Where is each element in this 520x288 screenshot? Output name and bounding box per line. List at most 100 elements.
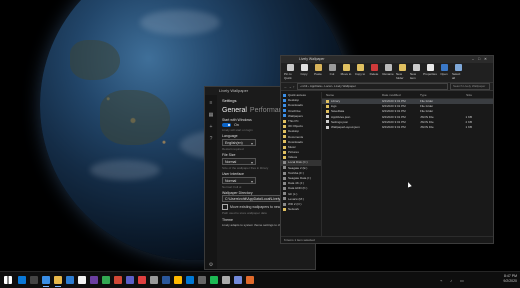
move-wallpapers-checkbox[interactable] bbox=[222, 204, 228, 210]
nav-tree-item-label: Documents bbox=[288, 134, 304, 139]
ribbon-icon bbox=[328, 64, 336, 71]
nav-tree-item-label: Downloads bbox=[288, 103, 303, 108]
start-with-windows-toggle[interactable] bbox=[222, 122, 231, 127]
ribbon-button[interactable]: Delete bbox=[368, 64, 380, 81]
taskbar-app-icon[interactable] bbox=[234, 276, 242, 284]
cloud-shape bbox=[140, 10, 220, 35]
ribbon-button[interactable]: Properties bbox=[423, 64, 437, 81]
ribbon-button[interactable]: Move to bbox=[340, 64, 352, 81]
network-icon[interactable]: ⌁ bbox=[440, 278, 442, 283]
taskbar-app-icon[interactable] bbox=[174, 276, 182, 284]
settings-gear-icon[interactable]: ⚙ bbox=[205, 261, 217, 269]
taskbar-app-icon[interactable] bbox=[90, 276, 98, 284]
file-size-dropdown[interactable]: Normal bbox=[222, 158, 256, 166]
column-size[interactable]: Size bbox=[452, 92, 472, 98]
nav-tree-item-label: Desktop bbox=[288, 98, 300, 103]
hamburger-menu-icon[interactable]: ≡ bbox=[205, 99, 217, 107]
taskbar-app-icon[interactable] bbox=[30, 276, 38, 284]
file-rows: Library 9/2/2020 3:01 PM File folder logs 9/… bbox=[322, 99, 493, 130]
help-icon[interactable]: ? bbox=[205, 135, 217, 143]
file-type-cell: JSON File bbox=[420, 124, 434, 129]
nav-tree-item-label: This PC bbox=[288, 118, 299, 123]
taskbar-app-icon[interactable] bbox=[198, 276, 206, 284]
column-date[interactable]: Date modified bbox=[382, 92, 420, 98]
add-wallpaper-icon[interactable]: + bbox=[205, 123, 217, 131]
nav-tree-item-label: Toshiba (F:) bbox=[288, 170, 304, 175]
ribbon-icon bbox=[426, 64, 434, 71]
ribbon-button[interactable]: New folder bbox=[396, 64, 408, 81]
ribbon-button[interactable]: Copy bbox=[298, 64, 310, 81]
continent-shape bbox=[70, 40, 120, 80]
ribbon-button[interactable]: New item bbox=[410, 64, 422, 81]
taskbar-app-icon[interactable] bbox=[210, 276, 218, 284]
taskbar-app-icon[interactable] bbox=[126, 276, 134, 284]
ribbon-button[interactable]: Pin to Quick bbox=[284, 64, 296, 81]
column-type[interactable]: Type bbox=[420, 92, 452, 98]
taskbar-app-icon[interactable] bbox=[150, 276, 158, 284]
language-dropdown[interactable]: English(en) bbox=[222, 139, 256, 147]
library-icon[interactable]: ▦ bbox=[205, 111, 217, 119]
start-button-windows-icon[interactable] bbox=[4, 276, 12, 284]
file-name-cell: WallpaperLayout.json bbox=[322, 125, 382, 130]
ribbon-button[interactable]: Select all bbox=[452, 64, 464, 81]
file-row[interactable]: WallpaperLayout.json 9/2/2020 3:01 PM JSON… bbox=[322, 125, 493, 130]
battery-icon[interactable]: ▭ bbox=[460, 278, 464, 283]
taskbar-app-icon[interactable] bbox=[246, 276, 254, 284]
window-controls[interactable]: –□✕ bbox=[472, 56, 491, 63]
taskbar-app-icon[interactable] bbox=[222, 276, 230, 284]
ribbon-button[interactable]: Paste bbox=[312, 64, 324, 81]
ribbon-button[interactable]: Rename bbox=[382, 64, 394, 81]
taskbar-app-icon[interactable] bbox=[114, 276, 122, 284]
ribbon-button-label: Pin to Quick bbox=[284, 72, 292, 80]
nav-arrows-icon[interactable]: ← → ↑ bbox=[284, 85, 295, 89]
taskbar: ⌁ ♪ ▭ 8:47 PM 9/2/2020 bbox=[0, 271, 520, 288]
tab-general[interactable]: General bbox=[222, 107, 247, 114]
taskbar-app-icon[interactable] bbox=[66, 276, 74, 284]
nav-tree-item-icon bbox=[283, 124, 286, 128]
ribbon-button[interactable]: Cut bbox=[326, 64, 338, 81]
search-box[interactable]: Search Lively Wallpaper bbox=[450, 83, 490, 90]
taskbar-app-icon[interactable] bbox=[138, 276, 146, 284]
nav-tree-item-icon bbox=[283, 166, 286, 170]
ribbon-button-label: Properties bbox=[423, 72, 437, 76]
column-name[interactable]: Name bbox=[322, 92, 382, 98]
taskbar-app-icon[interactable] bbox=[54, 276, 62, 287]
nav-tree-item-icon bbox=[283, 181, 286, 185]
taskbar-app-icon[interactable] bbox=[18, 276, 26, 284]
ribbon-button-label: New folder bbox=[396, 72, 404, 80]
volume-icon[interactable]: ♪ bbox=[450, 278, 452, 283]
taskbar-app-icon[interactable] bbox=[102, 276, 110, 284]
json-file-icon bbox=[326, 115, 329, 119]
ribbon-button[interactable]: Open bbox=[438, 64, 450, 81]
explorer-body: Quick access Desktop Downloads OneDrive Wall… bbox=[281, 92, 493, 237]
taskbar-app-icon[interactable] bbox=[78, 276, 86, 284]
taskbar-app-icon[interactable] bbox=[162, 276, 170, 284]
taskbar-app-icon[interactable] bbox=[186, 276, 194, 284]
continent-shape bbox=[100, 90, 170, 145]
ribbon-button-label: Open bbox=[440, 72, 448, 76]
clock-date: 9/2/2020 bbox=[503, 279, 517, 283]
user-interface-dropdown[interactable]: Normal bbox=[222, 177, 256, 185]
ribbon-button-label: Cut bbox=[329, 72, 335, 76]
address-bar[interactable]: › rohit › AppData › Local › Lively Wallp… bbox=[296, 83, 448, 90]
nav-tree-item-label: Network bbox=[288, 207, 300, 212]
nav-tree-item-label: 3D Objects bbox=[288, 124, 303, 129]
ribbon-icon bbox=[440, 64, 448, 71]
clock[interactable]: 8:47 PM 9/2/2020 bbox=[503, 274, 517, 284]
nav-tree-item-label: OneDrive bbox=[288, 108, 301, 113]
settings-nav-rail: ≡ ▦ + ? ⚙ bbox=[205, 95, 217, 269]
nav-tree-item-icon bbox=[283, 130, 286, 134]
nav-tree-item-label: Videos bbox=[288, 155, 298, 160]
ribbon-button-label: Rename bbox=[382, 72, 394, 76]
ribbon-button-label: Paste bbox=[314, 72, 322, 76]
ribbon-button[interactable]: Copy to bbox=[354, 64, 366, 81]
nav-tree-item[interactable]: Network bbox=[281, 207, 321, 212]
nav-tree-item-icon bbox=[283, 161, 286, 165]
nav-tree-item-label: Music bbox=[288, 144, 296, 149]
explorer-window-title: Lively Wallpaper bbox=[299, 57, 325, 61]
taskbar-app-icon[interactable] bbox=[42, 276, 50, 287]
ribbon-icon bbox=[412, 64, 420, 71]
file-name-text: WallpaperLayout.json bbox=[331, 124, 360, 129]
nav-tree-item-label: WD 2 (O:) bbox=[288, 201, 302, 206]
ribbon-button-label: Delete bbox=[369, 72, 379, 76]
